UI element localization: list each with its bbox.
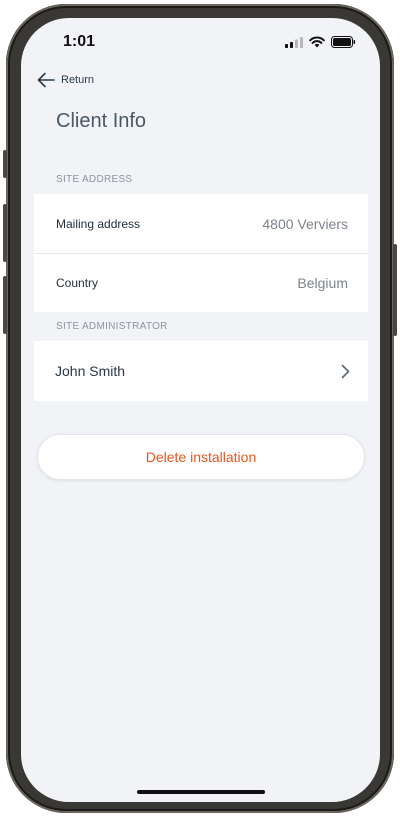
site-address-card: Mailing address 4800 Verviers Country Be… [34,194,368,312]
return-label: Return [61,74,95,86]
page-title: Client Info [56,110,147,132]
action-button [3,150,7,178]
status-time: 1:01 [63,33,96,50]
mailing-address-label: Mailing address [56,216,141,231]
section-label-site-administrator: SITE ADMINISTRATOR [56,321,168,332]
app-screen: 1:01 Return Client Info SITE ADDRESS Mai… [21,18,380,802]
site-administrator-card: John Smith [34,341,368,401]
section-label-site-address: SITE ADDRESS [56,174,133,185]
delete-installation-button[interactable]: Delete installation [37,434,365,480]
country-value: Belgium [297,275,348,291]
home-indicator[interactable] [137,790,265,794]
volume-down-button [3,276,7,334]
arrow-left-icon [37,72,55,88]
administrator-name: John Smith [55,363,126,379]
site-administrator-row[interactable]: John Smith [34,341,368,401]
mailing-address-value: 4800 Verviers [262,215,348,232]
delete-installation-label: Delete installation [145,449,257,465]
country-row[interactable]: Country Belgium [34,253,368,312]
battery-icon [331,36,356,48]
power-button [393,244,397,336]
cellular-signal-icon [285,36,303,48]
return-button[interactable]: Return [37,72,94,88]
mailing-address-row[interactable]: Mailing address 4800 Verviers [34,194,368,253]
chevron-right-icon [341,364,350,378]
status-icons [285,36,356,48]
country-label: Country [56,276,99,290]
volume-up-button [3,204,7,262]
wifi-icon [309,36,325,48]
